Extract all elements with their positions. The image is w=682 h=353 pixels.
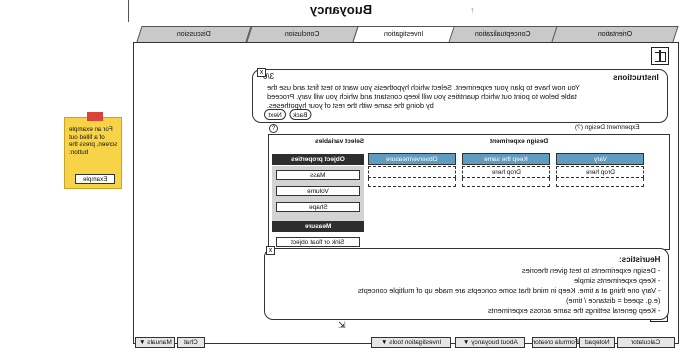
column-header-keep-same: Keep the same (462, 153, 550, 165)
help-icon[interactable]: ? (269, 124, 278, 133)
select-variables-title: Select variables (315, 138, 365, 145)
heuristics-box: Heuristics: - Design experiments to test… (264, 248, 669, 320)
book-icon[interactable] (651, 47, 669, 65)
heuristic-line: - Vary one thing at a time. Keep in mind… (357, 286, 660, 295)
drop-zone-keep-same[interactable]: Drop here (462, 166, 550, 178)
note-text: For an example of a filled out screen, p… (69, 126, 118, 156)
about-buoyancy-menu[interactable]: About buoyancy ▼ (455, 337, 525, 348)
investigation-tools-menu[interactable]: Investigation tools ▼ (371, 337, 451, 348)
column-header-observe: Observe/measure (368, 153, 456, 165)
notepad-button[interactable]: Notepad (579, 337, 615, 348)
heuristics-title: Heuristics: (618, 255, 660, 264)
tool-strip: Calculator Notepad Formula creator About… (133, 336, 679, 350)
column-header-vary: Vary (556, 153, 644, 165)
resize-handle-icon[interactable]: ⇲ (338, 320, 346, 331)
title-cursor-mark: ↑ (470, 5, 475, 15)
manuals-menu[interactable]: Manuals ▼ (135, 337, 175, 348)
note-tape (87, 112, 103, 121)
measure-header: Measure (272, 221, 364, 232)
instructions-title: Instructions (613, 73, 659, 82)
heuristic-line: - Keep experiments simple (573, 276, 660, 285)
formula-creator-button[interactable]: Formula creator (532, 337, 579, 348)
tab-conceptualization[interactable]: Conceptualization (448, 26, 558, 42)
drop-zone-observe[interactable] (368, 166, 456, 178)
drop-zone-observe-extension[interactable] (368, 178, 456, 187)
heuristic-line: (e.g. speed = distance / time) (565, 296, 660, 305)
heuristic-line: - Design experiments to test given theor… (521, 266, 660, 275)
example-sticky-note: For an example of a filled out screen, p… (64, 112, 122, 189)
object-properties-header: Object properties (272, 154, 364, 165)
tab-bar: Orientation Conceptualization Investigat… (133, 26, 679, 43)
tab-orientation[interactable]: Orientation (551, 26, 679, 42)
chat-button[interactable]: Chat (177, 337, 205, 348)
next-button[interactable]: Next (264, 109, 286, 120)
instructions-box: Instructions 3/6 You now have to plan yo… (252, 69, 668, 123)
tab-discussion[interactable]: Discussion (136, 26, 252, 42)
app-title: Buoyancy (309, 2, 373, 17)
instructions-text: You now have to plan your experiment. Se… (267, 83, 580, 110)
heuristic-line: - Keep general settings the same across … (487, 306, 660, 315)
tab-conclusion[interactable]: Conclusion (246, 26, 359, 42)
back-button[interactable]: Back (289, 109, 312, 120)
drop-zone-vary[interactable]: Drop here (556, 166, 644, 178)
experiment-design-label: Experiment Design (?) (575, 124, 640, 131)
variable-mass[interactable]: Mass (276, 170, 360, 180)
tab-investigation[interactable]: Investigation (352, 26, 455, 43)
variable-shape[interactable]: Shape (276, 202, 360, 212)
example-button[interactable]: Example (75, 174, 115, 184)
drop-zone-vary-extension[interactable] (556, 178, 644, 187)
heuristics-close-icon[interactable]: x (266, 246, 275, 255)
drop-zone-keep-same-extension[interactable] (462, 178, 550, 187)
variable-volume[interactable]: Volume (276, 186, 360, 196)
design-experiment-title: Design experiment (490, 138, 549, 145)
variable-sink-or-float[interactable]: Sink or float object (276, 237, 360, 247)
calculator-button[interactable]: Calculator (617, 337, 675, 348)
instructions-close-icon[interactable]: x (257, 68, 266, 77)
